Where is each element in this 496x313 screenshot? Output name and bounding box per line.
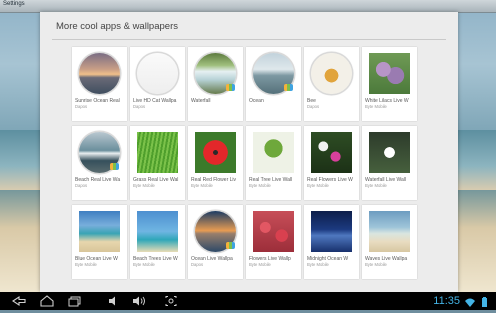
app-tile[interactable]: Grass Real Live Wal Byte Mobile [130, 126, 185, 200]
app-thumbnail [369, 53, 410, 94]
app-tile[interactable]: Live HD Cat Wallpa Dapos [130, 47, 185, 121]
app-badge-icon [284, 84, 293, 91]
battery-icon [478, 295, 490, 307]
app-badge-icon [226, 242, 235, 249]
app-developer: Dapos [307, 104, 320, 109]
navigation-bar: 11:35 [0, 292, 496, 310]
app-thumbnail [79, 211, 120, 252]
app-name: Ocean [249, 98, 264, 104]
app-badge-icon [226, 84, 235, 91]
app-tile[interactable]: Blue Ocean Live W Byte Mobile [72, 205, 127, 279]
app-tile[interactable]: Flowers Live Wallp Byte Mobile [246, 205, 301, 279]
apps-dialog: More cool apps & wallpapers Sunrise Ocea… [40, 12, 458, 292]
app-thumbnail [195, 132, 236, 173]
app-developer: Byte Mobile [133, 262, 155, 267]
recents-icon[interactable] [66, 294, 84, 308]
dialog-title: More cool apps & wallpapers [56, 21, 178, 32]
app-thumbnail [79, 53, 120, 94]
home-icon[interactable] [38, 294, 56, 308]
window-title: Settings [3, 1, 25, 7]
app-name: Waterfall [191, 98, 211, 104]
app-thumbnail [311, 211, 352, 252]
app-thumbnail [137, 53, 178, 94]
app-tile[interactable]: Bee Dapos [304, 47, 359, 121]
app-thumbnail [369, 132, 410, 173]
status-clock: 11:35 [433, 295, 460, 307]
app-thumbnail [137, 211, 178, 252]
app-tile[interactable]: Real Red Flower Liv Byte Mobile [188, 126, 243, 200]
wifi-icon [464, 295, 476, 307]
app-developer: Byte Mobile [365, 262, 387, 267]
app-tile[interactable]: Waterfall Live Wall Byte Mobile [362, 126, 417, 200]
background-sea-right [456, 130, 496, 190]
app-tile[interactable]: Beach Trees Live W Byte Mobile [130, 205, 185, 279]
app-tile[interactable]: Real Tree Live Wall Byte Mobile [246, 126, 301, 200]
app-developer: Byte Mobile [133, 183, 155, 188]
app-developer: Byte Mobile [307, 183, 329, 188]
app-tile[interactable]: White Lilacs Live W Byte Mobile [362, 47, 417, 121]
app-developer: Dapos [133, 104, 146, 109]
app-developer: Dapos [191, 262, 204, 267]
app-tile[interactable]: Waterfall [188, 47, 243, 121]
screenshot-icon[interactable] [162, 294, 180, 308]
app-thumbnail [137, 132, 178, 173]
app-tile[interactable]: Ocean Live Wallpa Dapos [188, 205, 243, 279]
app-thumbnail [311, 53, 352, 94]
app-developer: Byte Mobile [249, 262, 271, 267]
app-thumbnail [311, 132, 352, 173]
app-tile[interactable]: Real Flowers Live W Byte Mobile [304, 126, 359, 200]
app-developer: Byte Mobile [365, 104, 387, 109]
background-sea-left [0, 130, 40, 190]
volume-up-icon[interactable] [130, 294, 148, 308]
app-thumbnail [253, 132, 294, 173]
app-thumbnail [369, 211, 410, 252]
dialog-divider [52, 39, 446, 40]
app-tile[interactable]: Ocean [246, 47, 301, 121]
app-tile[interactable]: Beach Real Live Wa Dapos [72, 126, 127, 200]
app-tile[interactable]: Waves Live Wallpa Byte Mobile [362, 205, 417, 279]
app-developer: Dapos [75, 104, 88, 109]
back-icon[interactable] [10, 294, 28, 308]
app-badge-icon [110, 163, 119, 170]
app-tile[interactable]: Sunrise Ocean Real Dapos [72, 47, 127, 121]
app-developer: Byte Mobile [249, 183, 271, 188]
app-thumbnail [253, 211, 294, 252]
volume-down-icon[interactable] [105, 294, 123, 308]
app-developer: Byte Mobile [191, 183, 213, 188]
app-developer: Byte Mobile [75, 262, 97, 267]
app-tile[interactable]: Midnight Ocean W Byte Mobile [304, 205, 359, 279]
app-developer: Dapos [75, 183, 88, 188]
app-developer: Byte Mobile [365, 183, 387, 188]
app-developer: Byte Mobile [307, 262, 329, 267]
